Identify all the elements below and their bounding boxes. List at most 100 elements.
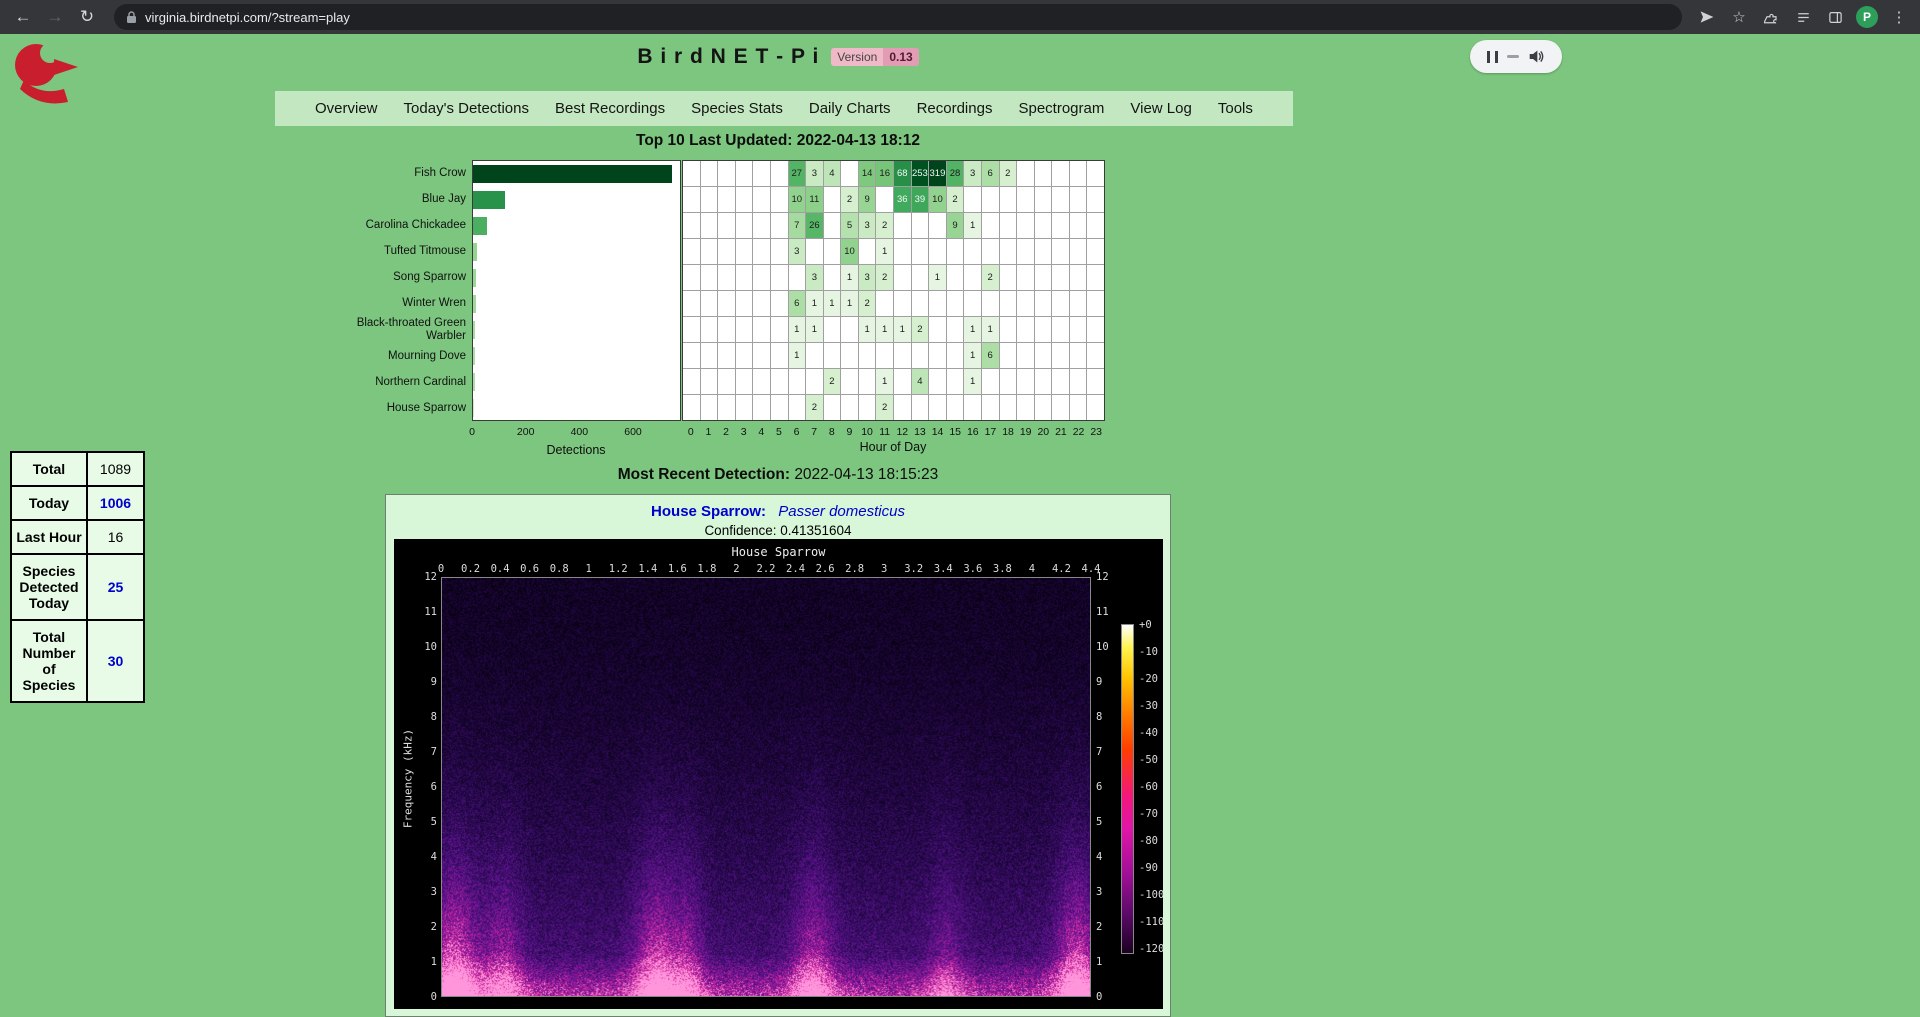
pause-icon[interactable] <box>1487 51 1498 63</box>
send-icon[interactable] <box>1696 6 1718 28</box>
heatmap-cell <box>683 187 700 212</box>
detection-card: House Sparrow: Passer domesticus Confide… <box>385 494 1171 1017</box>
menu-kebab-icon[interactable]: ⋮ <box>1888 6 1910 28</box>
heatmap-cell: 1 <box>964 369 981 394</box>
nav-item-view-log[interactable]: View Log <box>1130 100 1191 117</box>
heatmap-cell <box>1017 265 1034 290</box>
heatmap-cell: 28 <box>947 161 964 186</box>
lock-icon <box>126 11 137 24</box>
nav-item-spectrogram[interactable]: Spectrogram <box>1018 100 1104 117</box>
most-recent-value: 2022-04-13 18:15:23 <box>794 466 938 483</box>
heatmap-cell <box>824 395 841 420</box>
heatmap-cell: 2 <box>806 395 823 420</box>
heatmap-cell <box>736 291 753 316</box>
detection-scientific-name[interactable]: Passer domesticus <box>778 503 905 520</box>
heatmap-cell <box>806 343 823 368</box>
reading-list-icon[interactable] <box>1792 6 1814 28</box>
heatmap-cell <box>841 161 858 186</box>
heatmap-cell <box>1087 239 1104 264</box>
spec-xtick: 3.8 <box>993 563 1012 575</box>
back-icon[interactable]: ← <box>10 4 36 30</box>
heatmap-cell <box>1000 213 1017 238</box>
heatmap-cell <box>841 317 858 342</box>
side-panel-icon[interactable] <box>1824 6 1846 28</box>
heatmap-cell <box>736 213 753 238</box>
detection-count-bar <box>473 243 477 261</box>
heatmap-cell <box>824 265 841 290</box>
spec-xtick: 0 <box>438 563 444 575</box>
heatmap-cell <box>1017 317 1034 342</box>
spec-ytick: 3 <box>408 886 437 898</box>
heatmap-cell: 11 <box>806 187 823 212</box>
heatmap-cell <box>841 395 858 420</box>
heatmap-cell: 6 <box>789 291 806 316</box>
heatmap-cell: 2 <box>876 395 893 420</box>
audio-player[interactable] <box>1470 40 1562 73</box>
nav-item-tools[interactable]: Tools <box>1218 100 1253 117</box>
spec-xtick: 0.4 <box>491 563 510 575</box>
nav-item-best-recordings[interactable]: Best Recordings <box>555 100 665 117</box>
heatmap-cell: 1 <box>806 291 823 316</box>
hour-xtick: 0 <box>688 426 694 438</box>
heatmap-cell <box>982 187 999 212</box>
nav-item-overview[interactable]: Overview <box>315 100 378 117</box>
toolbar-right: ☆ P ⋮ <box>1696 6 1910 28</box>
species-label-northern-cardinal: Northern Cardinal <box>330 369 466 395</box>
detection-common-name[interactable]: House Sparrow: <box>651 503 766 520</box>
stat-value[interactable]: 1006 <box>87 486 144 520</box>
heatmap-cell <box>771 161 788 186</box>
nav-item-today-s-detections[interactable]: Today's Detections <box>404 100 529 117</box>
detection-count-bar <box>473 347 475 365</box>
heatmap-cell: 2 <box>824 369 841 394</box>
heatmap-cell: 9 <box>859 187 876 212</box>
heatmap-cell <box>683 239 700 264</box>
hour-xtick: 16 <box>967 426 979 438</box>
volume-icon[interactable] <box>1528 49 1545 64</box>
address-bar[interactable]: virginia.birdnetpi.com/?stream=play <box>114 4 1682 30</box>
heatmap-cell: 1 <box>824 291 841 316</box>
heatmap-cell <box>718 343 735 368</box>
stats-table-body: Total1089Today1006Last Hour16Species Det… <box>11 452 144 702</box>
bookmark-star-icon[interactable]: ☆ <box>1728 6 1750 28</box>
nav-item-daily-charts[interactable]: Daily Charts <box>809 100 891 117</box>
heatmap-cell <box>982 239 999 264</box>
nav-item-recordings[interactable]: Recordings <box>917 100 993 117</box>
spec-ytick: 5 <box>1096 816 1126 828</box>
spec-ytick: 12 <box>1096 571 1126 583</box>
hour-xtick: 4 <box>758 426 764 438</box>
stat-value[interactable]: 30 <box>87 620 144 702</box>
heatmap-cell: 253 <box>912 161 929 186</box>
species-label-black-throated-green-warbler: Black-throated Green Warbler <box>330 317 466 343</box>
heatmap-cell: 10 <box>789 187 806 212</box>
species-label-song-sparrow: Song Sparrow <box>330 264 466 290</box>
hour-xtick: 19 <box>1020 426 1032 438</box>
detection-count-bar <box>473 217 487 235</box>
stat-value[interactable]: 25 <box>87 554 144 620</box>
nav-item-species-stats[interactable]: Species Stats <box>691 100 783 117</box>
forward-icon[interactable]: → <box>42 4 68 30</box>
page-header: B i r d N E T - P i Version 0.13 <box>0 40 1556 74</box>
heatmap-cell <box>894 395 911 420</box>
spec-ytick: 8 <box>1096 711 1126 723</box>
heatmap-cell: 7 <box>789 213 806 238</box>
profile-avatar[interactable]: P <box>1856 6 1878 28</box>
heatmap-cell: 3 <box>806 161 823 186</box>
extensions-icon[interactable] <box>1760 6 1782 28</box>
reload-icon[interactable]: ↻ <box>74 4 100 30</box>
heatmap-cell <box>718 161 735 186</box>
spec-xtick: 3.6 <box>963 563 982 575</box>
heatmap-cell <box>1070 161 1087 186</box>
heatmap-cell: 1 <box>806 317 823 342</box>
spec-ytick: 12 <box>408 571 437 583</box>
heatmap-cell <box>964 265 981 290</box>
heatmap-cell <box>964 291 981 316</box>
seek-bar[interactable] <box>1507 55 1519 58</box>
colorbar-tick: -110 <box>1139 916 1163 928</box>
hour-xtick: 12 <box>896 426 908 438</box>
heatmap-cell <box>1070 213 1087 238</box>
colorbar-tick: -120 <box>1139 943 1163 955</box>
hour-xtick: 17 <box>985 426 997 438</box>
heatmap-cell <box>753 239 770 264</box>
heatmap-cell: 10 <box>841 239 858 264</box>
heatmap-cell: 3 <box>964 161 981 186</box>
